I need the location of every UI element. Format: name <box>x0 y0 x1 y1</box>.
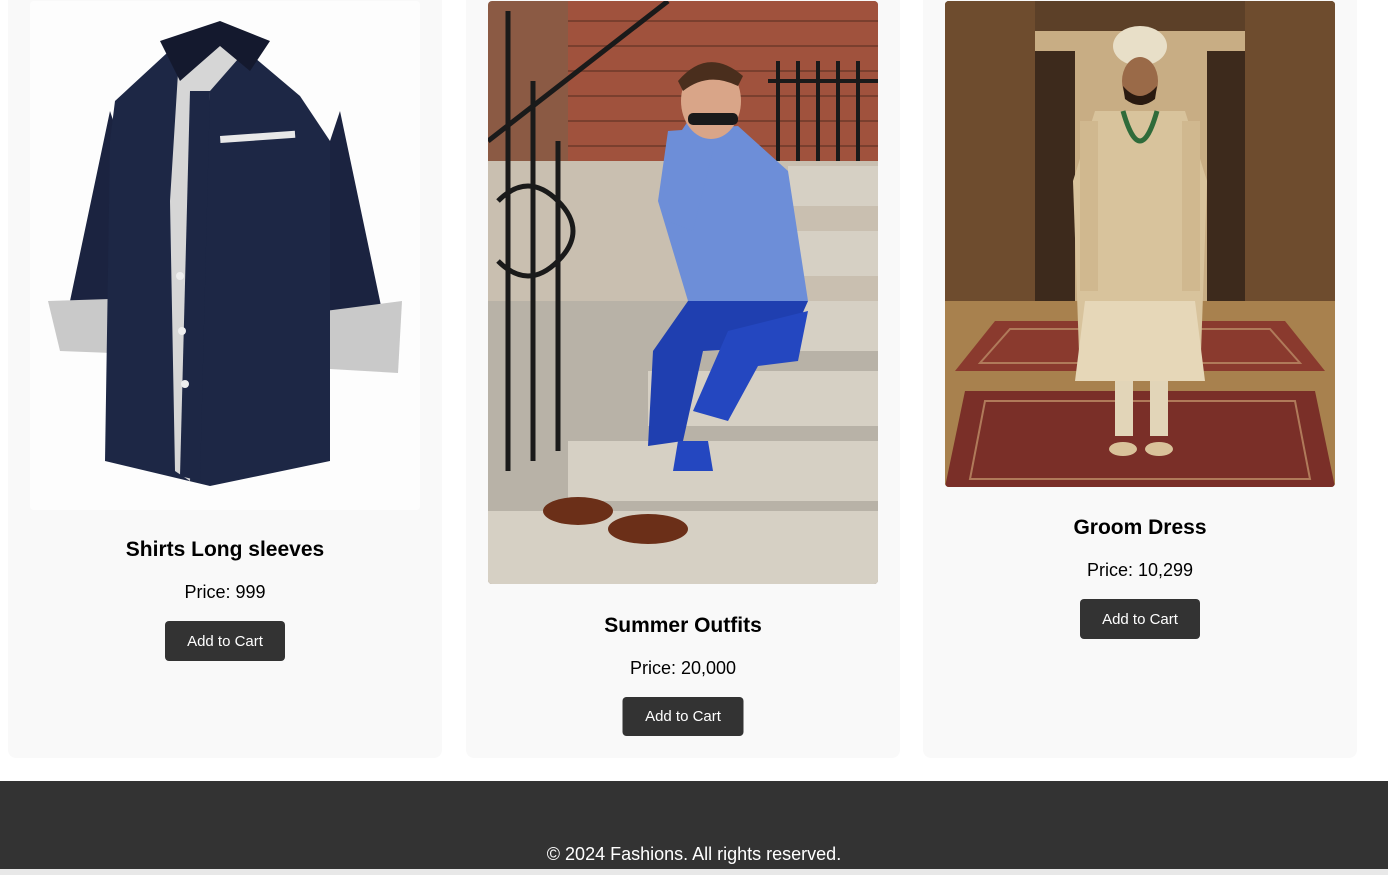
page-bottom-edge <box>0 869 1388 875</box>
product-title: Summer Outfits <box>604 614 762 637</box>
product-price: Price: 10,299 <box>1086 560 1194 580</box>
groom-dress-image <box>945 1 1335 487</box>
product-card: Groom Dress Price: 10,299 Add to Cart <box>923 0 1357 758</box>
product-title: Groom Dress <box>1073 516 1207 539</box>
add-to-cart-button[interactable]: Add to Cart <box>1080 599 1200 639</box>
product-price: Price: 999 <box>184 582 266 602</box>
product-price: Price: 20,000 <box>629 658 737 678</box>
product-grid: Shirts Long sleeves Price: 999 Add to Ca… <box>0 0 1388 781</box>
product-title: Shirts Long sleeves <box>125 538 325 561</box>
add-to-cart-button[interactable]: Add to Cart <box>165 621 285 661</box>
add-to-cart-button[interactable]: Add to Cart <box>622 697 744 736</box>
summer-outfit-image <box>488 1 878 584</box>
product-image-groom-dress <box>945 1 1335 487</box>
site-footer: © 2024 Fashions. All rights reserved. <box>0 781 1388 869</box>
product-card: Summer Outfits Price: 20,000 Add to Cart <box>466 0 900 758</box>
product-image-summer-outfits <box>488 1 878 584</box>
shirt-image <box>30 1 420 510</box>
product-card: Shirts Long sleeves Price: 999 Add to Ca… <box>8 0 442 758</box>
product-image-shirt <box>30 1 420 510</box>
copyright-text: © 2024 Fashions. All rights reserved. <box>546 844 842 864</box>
